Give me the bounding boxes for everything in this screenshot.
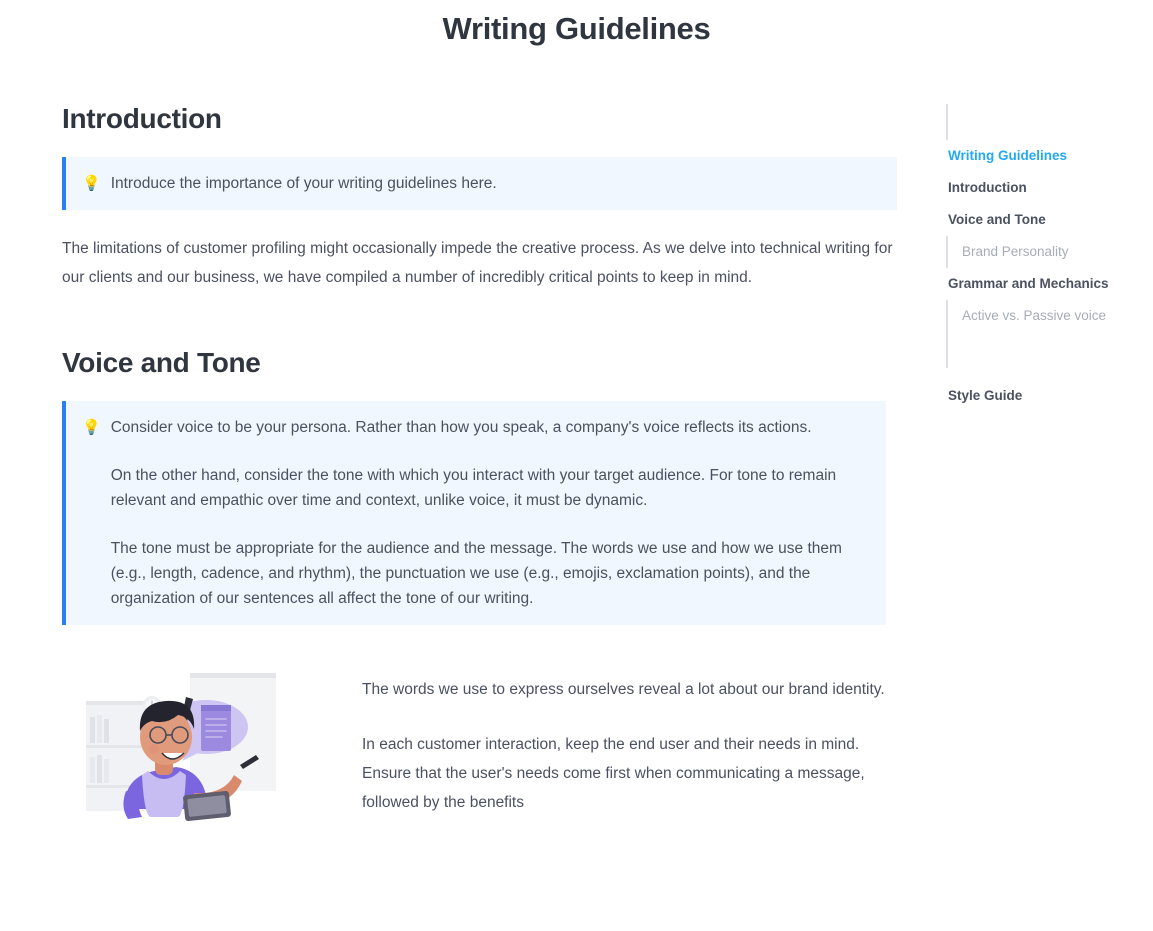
outline-rail <box>946 104 948 140</box>
callout-paragraph: Consider voice to be your persona. Rathe… <box>110 419 812 436</box>
callout-voice-and-tone-content: Consider voice to be your persona. Rathe… <box>111 415 868 611</box>
lightbulb-icon: 💡 <box>82 419 101 436</box>
outline-item-label: Introduction <box>948 180 1027 195</box>
outline-item-label: Grammar and Mechanics <box>948 276 1109 291</box>
person-presenting-illustration <box>62 665 304 845</box>
outline-item-label: Brand Personality <box>962 244 1069 259</box>
media-paragraph: In each customer interaction, keep the e… <box>362 736 865 811</box>
callout-paragraph: Introduce the importance of your writing… <box>110 175 497 192</box>
outline-item-introduction[interactable]: Introduction <box>944 172 1149 204</box>
section-heading-voice-and-tone: Voice and Tone <box>62 347 261 378</box>
callout-voice-and-tone: 💡 Consider voice to be your persona. Rat… <box>62 401 886 625</box>
media-row: The words we use to express ourselves re… <box>62 665 902 845</box>
outline-item-label: Style Guide <box>948 388 1023 403</box>
outline-item-brand-personality[interactable]: Brand Personality <box>944 236 1149 268</box>
outline-spacer <box>944 368 1149 380</box>
outline-rail <box>946 332 948 368</box>
outline-item-writing-guidelines[interactable]: Writing Guidelines <box>944 140 1149 172</box>
callout-paragraph: On the other hand, consider the tone wit… <box>110 467 837 509</box>
callout-paragraph: The tone must be appropriate for the aud… <box>110 540 842 607</box>
page-title: Writing Guidelines <box>442 11 711 46</box>
media-text-block: The words we use to express ourselves re… <box>362 665 902 817</box>
introduction-paragraph: The limitations of customer profiling mi… <box>62 240 893 286</box>
outline-item-label: Active vs. Passive voice <box>962 308 1107 323</box>
outline-item-active-vs-passive-voice[interactable]: Active vs. Passive voice <box>944 300 1149 332</box>
section-heading-introduction: Introduction <box>62 103 222 134</box>
lightbulb-icon: 💡 <box>82 175 101 192</box>
media-paragraph: The words we use to express ourselves re… <box>362 681 885 698</box>
outline-item-grammar-and-mechanics[interactable]: Grammar and Mechanics <box>944 268 1149 300</box>
callout-introduction-content: Introduce the importance of your writing… <box>111 171 879 196</box>
outline-item-label: Writing Guidelines <box>948 148 1068 163</box>
document-outline: Writing Guidelines Introduction Voice an… <box>944 104 1149 412</box>
callout-introduction: 💡 Introduce the importance of your writi… <box>62 157 897 210</box>
outline-item-style-guide[interactable]: Style Guide <box>944 380 1149 412</box>
outline-item-label: Voice and Tone <box>948 212 1046 227</box>
outline-item-voice-and-tone[interactable]: Voice and Tone <box>944 204 1149 236</box>
document-body: Introduction 💡 Introduce the importance … <box>62 100 902 845</box>
